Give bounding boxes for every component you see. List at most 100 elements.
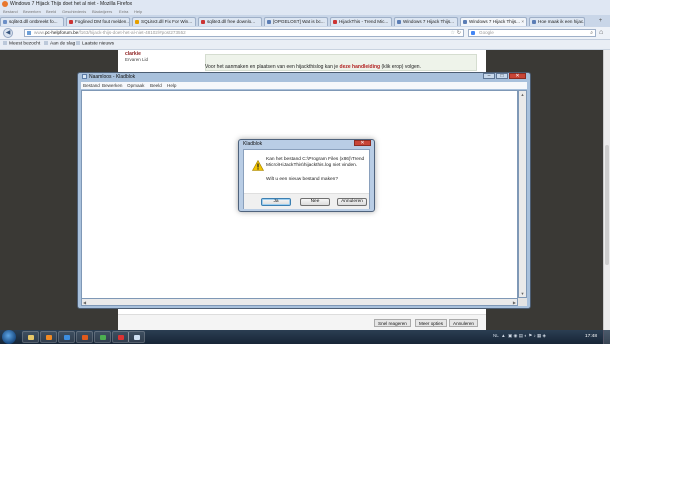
tab-label: Foglined DM fout melden... [75, 19, 130, 24]
yes-button[interactable]: Ja [261, 198, 291, 206]
browser-title: Windows 7 Hijack Thijs doet het al niet … [10, 1, 133, 7]
site-identity-icon[interactable] [27, 31, 31, 35]
tab-label: Hoe maak ik een hijac... [538, 19, 585, 24]
search-engine-icon[interactable] [471, 31, 475, 35]
tab-favicon-icon [3, 20, 7, 24]
rss-icon [76, 41, 80, 45]
np-menu-opmaak[interactable]: Opmaak [127, 83, 144, 88]
browser-tab[interactable]: sqlite3.dll free downlo... [198, 17, 262, 26]
maximize-button[interactable]: □ [496, 73, 508, 79]
cancel-reply-button[interactable]: Annuleren [449, 319, 478, 327]
scroll-left-icon[interactable]: ◀ [83, 300, 86, 305]
browser-tab[interactable]: Windows 7 Hijack Thijs... × [460, 17, 527, 26]
tab-favicon-icon [69, 20, 73, 24]
tab-label: SQLite3.dll Fix For Win... [141, 19, 193, 24]
taskbar-firefox-button[interactable] [76, 331, 93, 343]
page-scrollbar[interactable] [603, 50, 610, 330]
browser-tab[interactable]: [OPGELOST] Wat is bc... [264, 17, 328, 26]
dialog-body: Kan het bestand C:\Program Files (x86)\T… [243, 149, 370, 209]
tab-label: HijackThis - Trend Mic... [339, 19, 389, 24]
taskbar-internet-explorer-button[interactable] [58, 331, 75, 343]
bookmark-star-icon[interactable]: ☆ [451, 30, 455, 36]
firefox-icon [82, 335, 88, 340]
start-button[interactable] [2, 330, 16, 344]
search-icon[interactable]: ⌕ [590, 30, 593, 36]
cancel-button[interactable]: Annuleren [337, 198, 367, 206]
back-button[interactable]: ◀ [3, 28, 13, 38]
scroll-down-icon[interactable]: ▼ [520, 291, 525, 296]
taskbar-media-player-button[interactable] [40, 331, 57, 343]
browser-tab[interactable]: Windows 7 Hijack Thijs... [394, 17, 458, 26]
notepad-menubar: Bestand Bewerken Opmaak Beeld Help [81, 82, 527, 89]
scrollbar-thumb[interactable] [605, 145, 609, 265]
dialog-message: Kan het bestand C:\Program Files (x86)\T… [266, 157, 365, 168]
browser-tab[interactable]: Hoe maak ik een hijac... [529, 17, 585, 26]
menu-geschiedenis[interactable]: Geschiedenis [62, 9, 86, 14]
notepad-icon [82, 74, 87, 79]
scroll-up-icon[interactable]: ▲ [520, 92, 525, 97]
browser-tab[interactable]: sqlite3.dll ontbreekt fo... [0, 17, 64, 26]
np-menu-bestand[interactable]: Bestand [83, 83, 100, 88]
menu-extra[interactable]: Extra [119, 9, 128, 14]
dialog-question: Wilt u een nieuw bestand maken? [266, 177, 338, 182]
tab-favicon-icon [135, 20, 139, 24]
tab-close-icon[interactable]: × [521, 19, 524, 24]
tab-favicon-icon [532, 20, 536, 24]
bookmark-meest-bezocht[interactable]: Meest bezocht [3, 41, 40, 47]
bookmark-aan-de-slag[interactable]: Aan de slag [44, 41, 75, 47]
taskbar-notepad-button[interactable] [128, 331, 145, 343]
taskbar-explorer-button[interactable] [22, 331, 39, 343]
quick-reply-button[interactable]: Snel reageren [374, 319, 411, 327]
notepad-vertical-scrollbar[interactable]: ▲ ▼ [518, 90, 527, 298]
browser-tab[interactable]: SQLite3.dll Fix For Win... [132, 17, 196, 26]
menu-help[interactable]: Help [134, 9, 142, 14]
browser-tab[interactable]: HijackThis - Trend Mic... [330, 17, 392, 26]
new-tab-button[interactable]: + [596, 18, 605, 25]
notepad-icon [134, 335, 140, 340]
minimize-button[interactable]: – [483, 73, 495, 79]
tab-favicon-icon [333, 20, 337, 24]
browser-tab[interactable]: Foglined DM fout melden... [66, 17, 130, 26]
browser-menubar: Bestand Bewerken Beeld Geschiedenis Blad… [0, 8, 610, 15]
show-desktop-button[interactable] [603, 330, 610, 344]
np-menu-bewerken[interactable]: Bewerken [102, 83, 122, 88]
post-text: Voor het aanmaken en plaatsen van een hi… [205, 64, 421, 70]
clock[interactable]: 17:48 [585, 334, 597, 339]
system-tray[interactable]: NL ▲ ▣ ◉ ▤ ◐ ⚑ ♪ ▦ ◈ [493, 333, 546, 339]
navigation-toolbar: ◀ www.pc-helpforum.be/f163/hijack-thijs-… [0, 27, 610, 40]
np-menu-beeld[interactable]: Beeld [150, 83, 162, 88]
menu-beeld[interactable]: Beeld [46, 9, 56, 14]
home-icon[interactable]: ⌂ [599, 29, 603, 36]
tab-favicon-icon [463, 20, 467, 24]
menu-bladwijzers[interactable]: Bladwijzers [92, 9, 112, 14]
dialog-close-button[interactable]: ✕ [354, 140, 371, 146]
scroll-right-icon[interactable]: ▶ [513, 300, 516, 305]
bookmark-laatste-nieuws[interactable]: Laatste nieuws [76, 41, 114, 47]
reload-icon[interactable]: ↻ [457, 30, 461, 36]
reply-button-bar: Snel reageren Meer opties Annuleren [118, 314, 486, 331]
menu-bewerken[interactable]: Bewerken [23, 9, 41, 14]
tab-label: [OPGELOST] Wat is bc... [273, 19, 325, 24]
tab-strip: sqlite3.dll ontbreekt fo... Foglined DM f… [0, 15, 610, 27]
tab-label: Windows 7 Hijack Thijs... [403, 19, 454, 24]
taskbar-app-button[interactable] [94, 331, 111, 343]
no-button[interactable]: Nee [300, 198, 330, 206]
bookmark-page-icon [44, 41, 48, 45]
close-button[interactable]: ✕ [509, 73, 526, 79]
handleiding-link[interactable]: deze handleiding [340, 64, 381, 70]
file-not-found-dialog: Kladblok ✕ Kan het bestand C:\Program Fi… [238, 139, 375, 212]
tab-favicon-icon [267, 20, 271, 24]
more-options-button[interactable]: Meer opties [415, 319, 448, 327]
taskbar-app2-button[interactable] [112, 331, 129, 343]
app2-icon [118, 335, 124, 340]
notepad-horizontal-scrollbar[interactable]: ◀ ▶ [81, 298, 518, 306]
tab-label: sqlite3.dll free downlo... [207, 19, 256, 24]
menu-bestand[interactable]: Bestand [3, 9, 18, 14]
resize-grip[interactable] [518, 298, 527, 306]
search-bar[interactable]: Google ⌕ [468, 29, 596, 37]
explorer-icon [28, 335, 34, 340]
np-menu-help[interactable]: Help [167, 83, 176, 88]
warning-icon [252, 160, 264, 171]
notepad-titlebar[interactable]: Naamloos - Kladblok – □ ✕ [78, 73, 530, 81]
url-bar[interactable]: www.pc-helpforum.be/f163/hijack-thijs-do… [24, 29, 464, 37]
